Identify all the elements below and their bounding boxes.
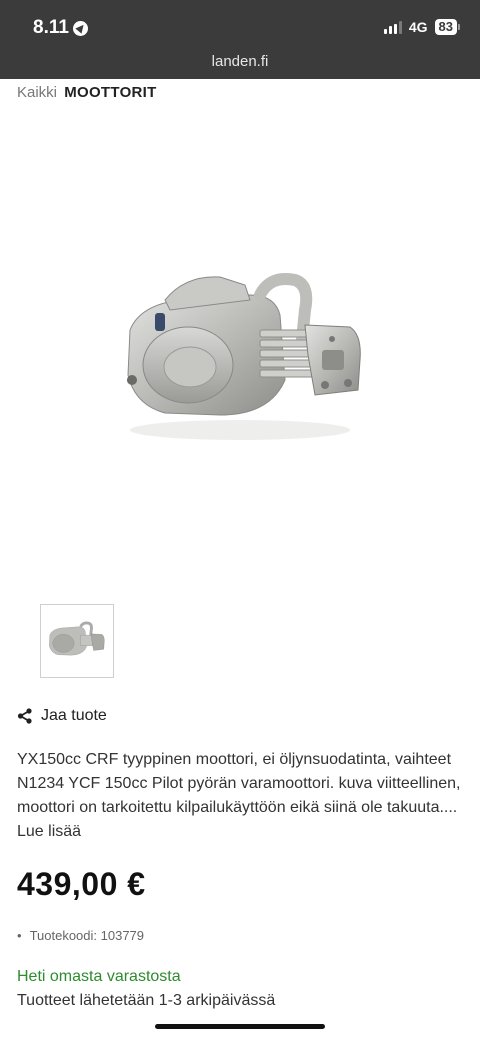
stock-status: Heti omasta varastosta [17, 968, 181, 985]
network-label: 4G [408, 19, 428, 35]
product-thumbnail[interactable] [40, 604, 114, 678]
status-indicators: 4G 83 [383, 19, 460, 35]
battery-level: 83 [434, 19, 457, 35]
status-time: 8.11 [33, 17, 88, 39]
signal-icon [383, 20, 402, 34]
read-more-link[interactable]: Lue lisää [17, 823, 81, 840]
breadcrumb-home-link[interactable]: Kaikki [17, 84, 57, 101]
share-label: Jaa tuote [41, 707, 107, 724]
home-indicator[interactable] [155, 1024, 325, 1029]
status-time-text: 8.11 [33, 17, 69, 38]
address-bar-url[interactable]: landen.fi [0, 53, 480, 70]
bullet-icon: • [17, 928, 22, 943]
breadcrumb: Kaikki MOOTTORIT [17, 84, 157, 101]
sku-text: Tuotekoodi: 103779 [29, 928, 145, 943]
share-icon [17, 708, 32, 724]
breadcrumb-category-link[interactable]: MOOTTORIT [64, 84, 156, 101]
product-description: YX150cc CRF tyyppinen moottori, ei öljyn… [17, 748, 467, 844]
product-image[interactable] [110, 255, 380, 455]
top-bar: 8.11 4G 83 landen.fi [0, 0, 480, 79]
description-text: YX150cc CRF tyyppinen moottori, ei öljyn… [17, 751, 461, 816]
location-arrow-icon [72, 20, 88, 36]
share-button[interactable]: Jaa tuote [17, 707, 107, 725]
thumbnail-image [49, 621, 105, 656]
product-sku: • Tuotekoodi: 103779 [17, 928, 144, 943]
battery-icon: 83 [434, 19, 460, 35]
shipping-info: Tuotteet lähetetään 1-3 arkipäivässä [17, 992, 276, 1009]
product-price: 439,00 € [17, 866, 146, 902]
